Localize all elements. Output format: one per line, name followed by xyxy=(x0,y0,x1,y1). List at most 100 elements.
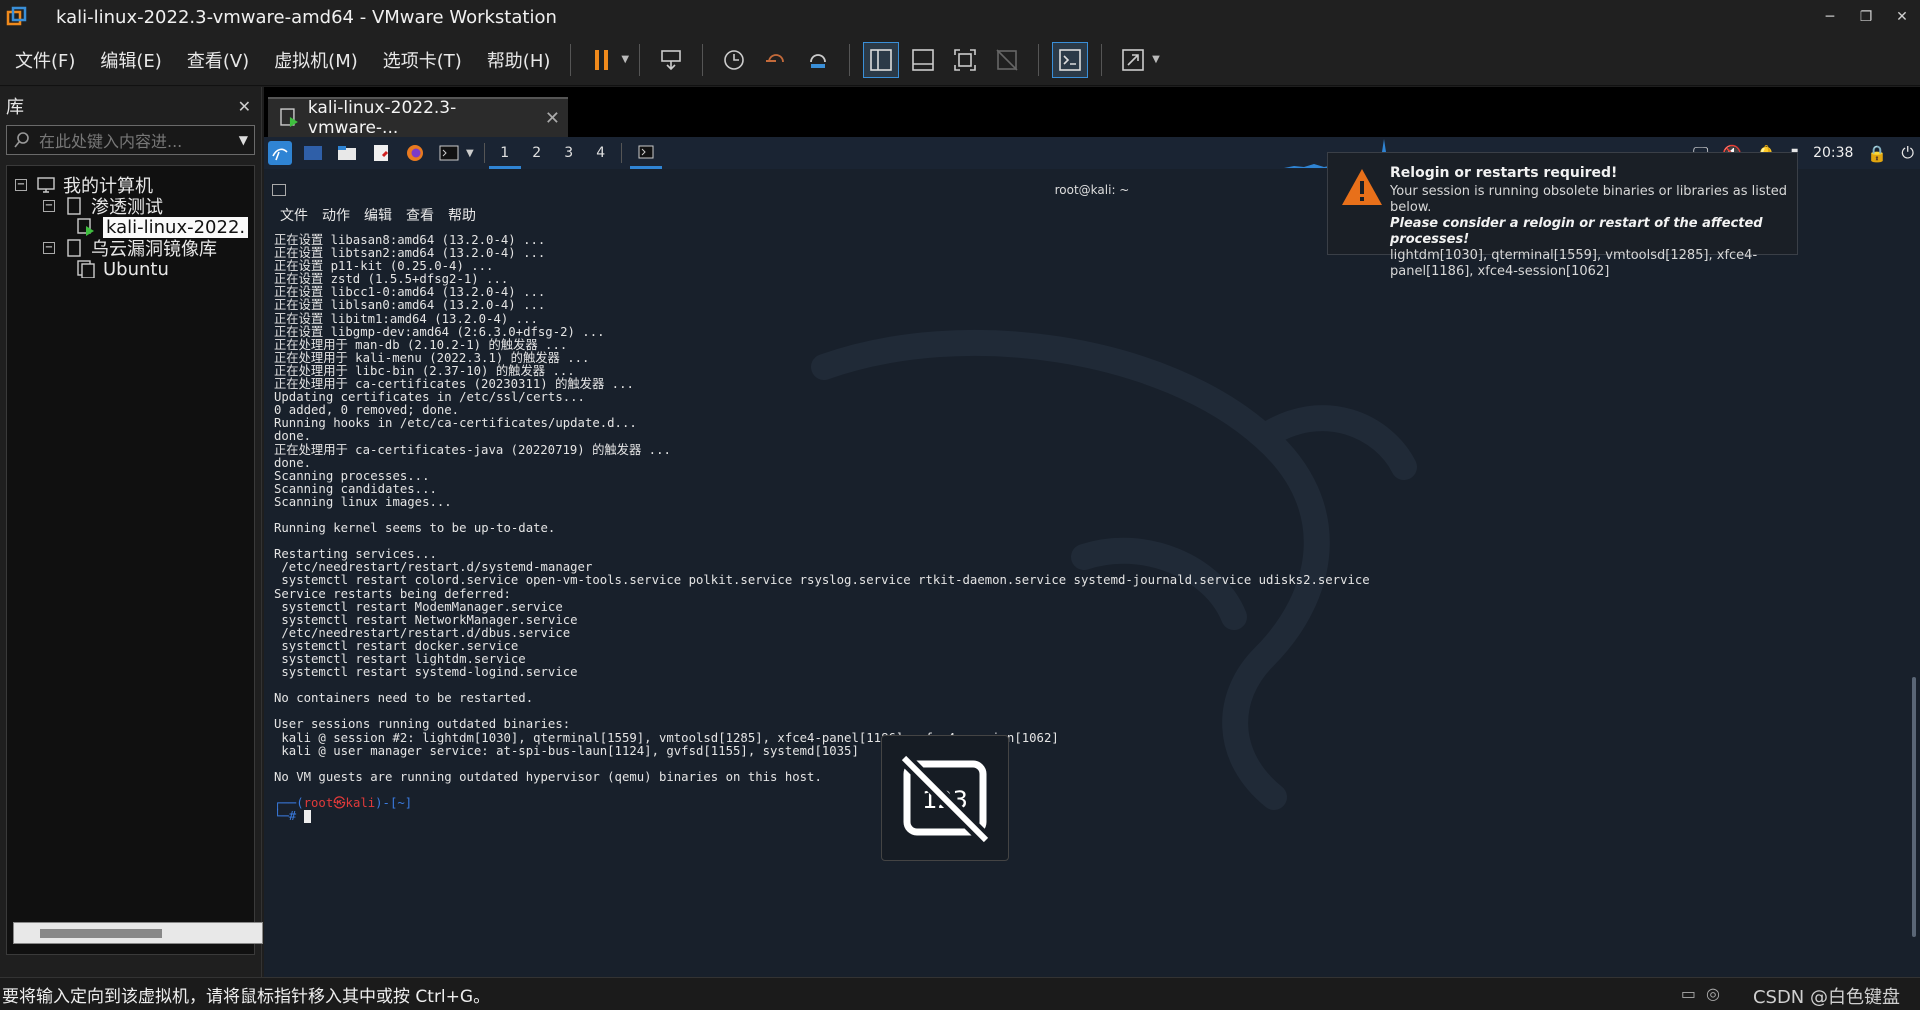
snapshot-manager-button[interactable] xyxy=(800,42,836,78)
num-lock-off-icon: 123 xyxy=(899,753,991,845)
library-close-icon[interactable]: ✕ xyxy=(238,97,251,116)
pause-button[interactable] xyxy=(584,42,620,78)
pause-dropdown-icon[interactable]: ▼ xyxy=(621,54,629,65)
stretch-button[interactable] xyxy=(1115,42,1151,78)
hard-disk-icon[interactable]: ▭ xyxy=(1681,984,1696,1003)
stretch-dropdown-icon[interactable]: ▼ xyxy=(1152,54,1160,65)
text-editor-icon[interactable] xyxy=(368,141,394,165)
console-icon xyxy=(1059,48,1081,71)
workspace-1[interactable]: 1 xyxy=(488,137,521,169)
keyboard-icon xyxy=(661,49,681,70)
terminal-line: done. xyxy=(274,429,312,444)
vm-tab-label: kali-linux-2022.3-vmware-... xyxy=(307,98,457,138)
vm-running-icon xyxy=(280,108,298,127)
terminal-menu-view[interactable]: 查看 xyxy=(406,205,434,225)
library-search-input[interactable]: 在此处键入内容进... ▼ xyxy=(6,125,255,155)
collapse-icon[interactable]: − xyxy=(15,179,27,191)
send-ctrl-alt-del-button[interactable] xyxy=(653,42,689,78)
search-placeholder: 在此处键入内容进... xyxy=(39,132,183,151)
terminal-line: Running kernel seems to be up-to-date. xyxy=(274,521,556,536)
vm-icon xyxy=(77,260,95,278)
terminal-line: 正在处理用于 kali-menu (2022.3.1) 的触发器 ... xyxy=(274,350,590,365)
unity-button[interactable] xyxy=(989,42,1025,78)
notification-line: Your session is running obsolete binarie… xyxy=(1390,184,1787,215)
terminal-line: 正在处理用于 man-db (2.10.2-1) 的触发器 ... xyxy=(274,337,568,352)
tree-vm-ubuntu[interactable]: Ubuntu xyxy=(7,256,254,282)
kali-menu-icon[interactable] xyxy=(268,141,292,165)
vm-tab[interactable]: kali-linux-2022.3-vmware-... ✕ xyxy=(268,97,568,138)
library-title: 库 xyxy=(6,97,24,118)
terminal-output[interactable]: 正在设置 libasan8:amd64 (13.2.0-4) ... 正在设置 l… xyxy=(274,233,1370,824)
chevron-down-icon[interactable]: ▼ xyxy=(466,148,474,159)
menu-view[interactable]: 查看(V) xyxy=(177,47,259,73)
console-view-button[interactable] xyxy=(1052,41,1089,78)
menu-edit[interactable]: 编辑(E) xyxy=(90,47,171,73)
workspace-2[interactable]: 2 xyxy=(521,137,553,169)
keyboard-osd: 123 xyxy=(881,735,1009,861)
terminal-line: Scanning processes... xyxy=(274,468,430,483)
menu-tabs[interactable]: 选项卡(T) xyxy=(373,47,472,73)
prompt-user: root㉿kali xyxy=(303,796,376,811)
fullscreen-button[interactable] xyxy=(947,42,983,78)
workspace-4[interactable]: 4 xyxy=(585,137,617,169)
notification-emphasis: Please consider a relogin or restart of … xyxy=(1390,216,1763,247)
terminal-input-line[interactable]: └─# xyxy=(274,810,1370,824)
terminal-scrollbar[interactable] xyxy=(1912,677,1916,937)
menu-vm[interactable]: 虚拟机(M) xyxy=(264,47,368,73)
cd-icon[interactable]: ◎ xyxy=(1706,984,1720,1003)
panel-clock[interactable]: 20:38 xyxy=(1813,145,1853,161)
terminal-line: kali @ session #2: lightdm[1030], qtermi… xyxy=(274,730,1059,745)
terminal-line: 正在设置 liblsan0:amd64 (13.2.0-4) ... xyxy=(274,298,546,313)
minimize-icon[interactable]: ─ xyxy=(1812,0,1848,34)
vm-running-icon xyxy=(77,218,94,236)
close-tab-icon[interactable]: ✕ xyxy=(545,108,560,129)
library-panel: 库 ✕ 在此处键入内容进... ▼ − 我的计算机 − 渗透测试 kali-li… xyxy=(0,87,263,977)
thumbnail-layout-icon xyxy=(912,48,934,71)
terminal-launcher-icon[interactable] xyxy=(436,141,462,165)
text-cursor xyxy=(303,810,311,824)
status-bar: 要将输入定向到该虚拟机，请将鼠标指针移入其中或按 Ctrl+G。 ▭ ◎ CSD… xyxy=(0,977,1920,1010)
power-icon[interactable]: ⏻ xyxy=(1901,143,1914,163)
workspace-3[interactable]: 3 xyxy=(553,137,585,169)
chevron-down-icon[interactable]: ▼ xyxy=(239,133,248,147)
terminal-menu-help[interactable]: 帮助 xyxy=(448,205,476,225)
snapshot-button[interactable] xyxy=(716,42,752,78)
folder-icon xyxy=(67,197,81,215)
relogin-notification[interactable]: Relogin or restarts required! Your sessi… xyxy=(1327,152,1798,279)
firefox-icon[interactable] xyxy=(402,141,428,165)
menu-help[interactable]: 帮助(H) xyxy=(477,47,561,73)
search-icon xyxy=(14,132,29,148)
taskbar-terminal-window[interactable] xyxy=(629,137,662,169)
library-hscrollbar[interactable] xyxy=(13,922,263,944)
terminal-menu-file[interactable]: 文件 xyxy=(280,205,308,225)
collapse-icon[interactable]: − xyxy=(43,200,55,212)
show-desktop-icon[interactable] xyxy=(300,141,326,165)
stretch-icon xyxy=(1122,48,1144,71)
collapse-icon[interactable]: − xyxy=(43,242,55,254)
prompt-frame: ] xyxy=(404,796,413,811)
revert-snapshot-button[interactable] xyxy=(758,42,794,78)
scroll-thumb[interactable] xyxy=(40,929,162,938)
terminal-line: systemctl restart colord.service open-vm… xyxy=(274,573,1370,588)
file-manager-icon[interactable] xyxy=(334,141,360,165)
terminal-line: systemctl restart NetworkManager.service xyxy=(274,612,578,627)
terminal-menu-edit[interactable]: 编辑 xyxy=(364,205,392,225)
lock-icon[interactable]: 🔒 xyxy=(1867,144,1887,163)
terminal-menu-actions[interactable]: 动作 xyxy=(322,205,350,225)
prompt-frame: )-[ xyxy=(375,796,398,811)
menu-file[interactable]: 文件(F) xyxy=(5,47,85,73)
terminal-line: No containers need to be restarted. xyxy=(274,691,534,706)
terminal-line: No VM guests are running outdated hyperv… xyxy=(274,769,822,784)
close-icon[interactable]: ✕ xyxy=(1884,0,1920,34)
title-bar: kali-linux-2022.3-vmware-amd64 - VMware … xyxy=(0,0,1920,34)
revert-icon xyxy=(766,53,785,62)
library-tree: − 我的计算机 − 渗透测试 kali-linux-2022. − 乌云漏洞镜像… xyxy=(6,165,263,955)
restore-icon[interactable]: ❐ xyxy=(1848,0,1884,34)
show-library-button[interactable] xyxy=(863,41,900,78)
vm-display[interactable]: ▼ 1 2 3 4 🖵 🔇 🔔 ▮ 20:38 🔒 ⏻ root@kali: ~… xyxy=(264,137,1920,977)
terminal-line: Service restarts being deferred: xyxy=(274,586,511,601)
terminal-line: kali @ user manager service: at-spi-bus-… xyxy=(274,743,859,758)
terminal-line: Running hooks in /etc/ca-certificates/up… xyxy=(274,416,637,431)
thumbnail-bar-button[interactable] xyxy=(905,42,941,78)
